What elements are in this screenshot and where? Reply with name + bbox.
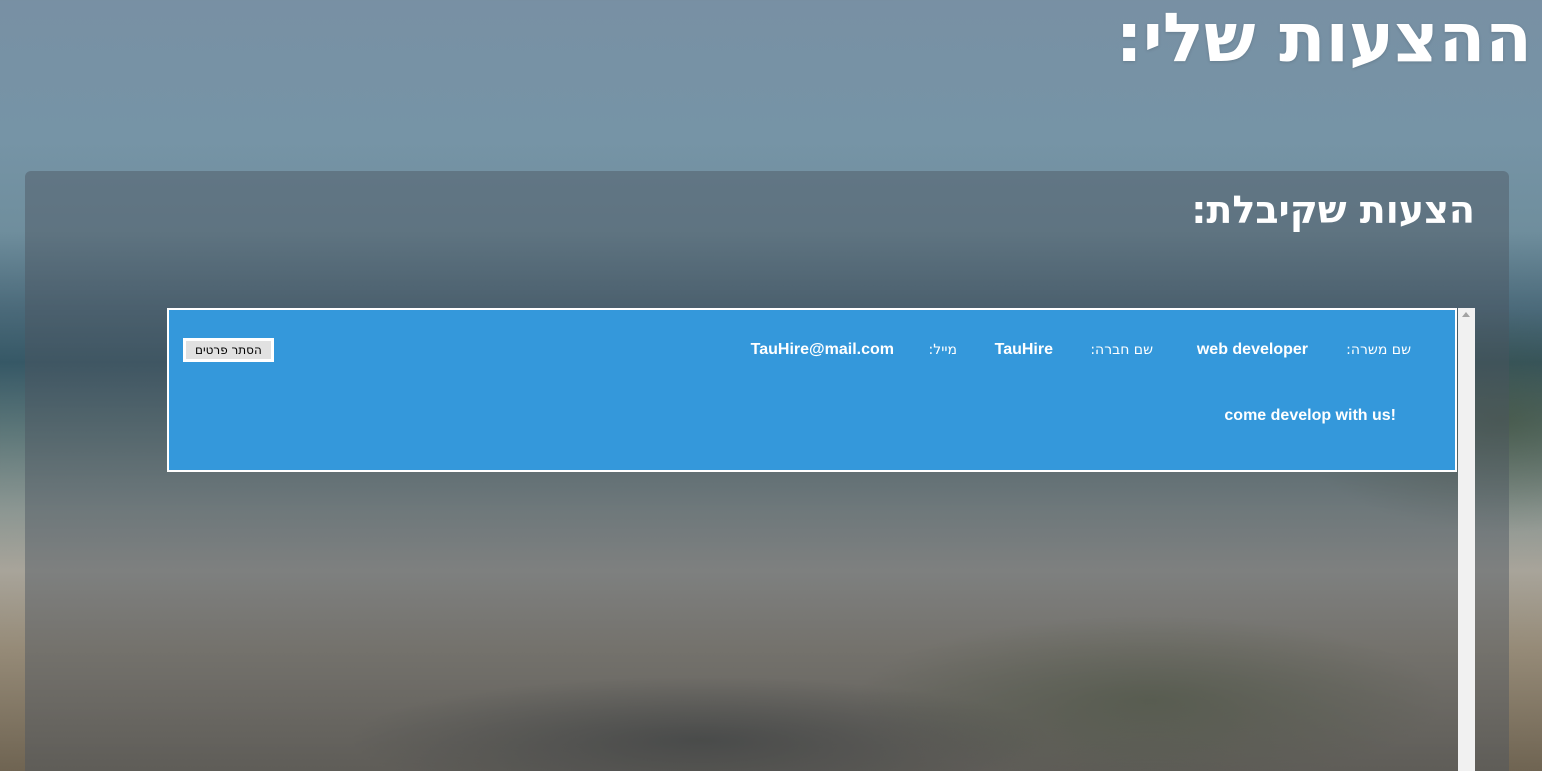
scroll-up-arrow-icon[interactable] (1462, 312, 1470, 317)
offer-card: שם משרה: web developer שם חברה: TauHire … (167, 308, 1457, 472)
offers-panel: הצעות שקיבלת: שם משרה: web developer שם … (25, 171, 1509, 771)
hide-details-button[interactable]: הסתר פרטים (183, 338, 274, 362)
offer-description: come develop with us! (1224, 407, 1396, 424)
offers-scroll-area[interactable]: שם משרה: web developer שם חברה: TauHire … (167, 308, 1475, 771)
job-title-value: web developer (1196, 341, 1308, 358)
email-value: TauHire@mail.com (750, 341, 894, 358)
page-title: ההצעות שלי: (1115, 0, 1533, 78)
job-title-label: שם משרה: (1346, 342, 1411, 358)
company-label: שם חברה: (1090, 342, 1153, 358)
company-value: TauHire (994, 341, 1053, 358)
panel-title: הצעות שקיבלת: (1191, 188, 1475, 232)
vertical-scrollbar[interactable] (1458, 308, 1475, 771)
email-label: מייל: (928, 342, 957, 358)
